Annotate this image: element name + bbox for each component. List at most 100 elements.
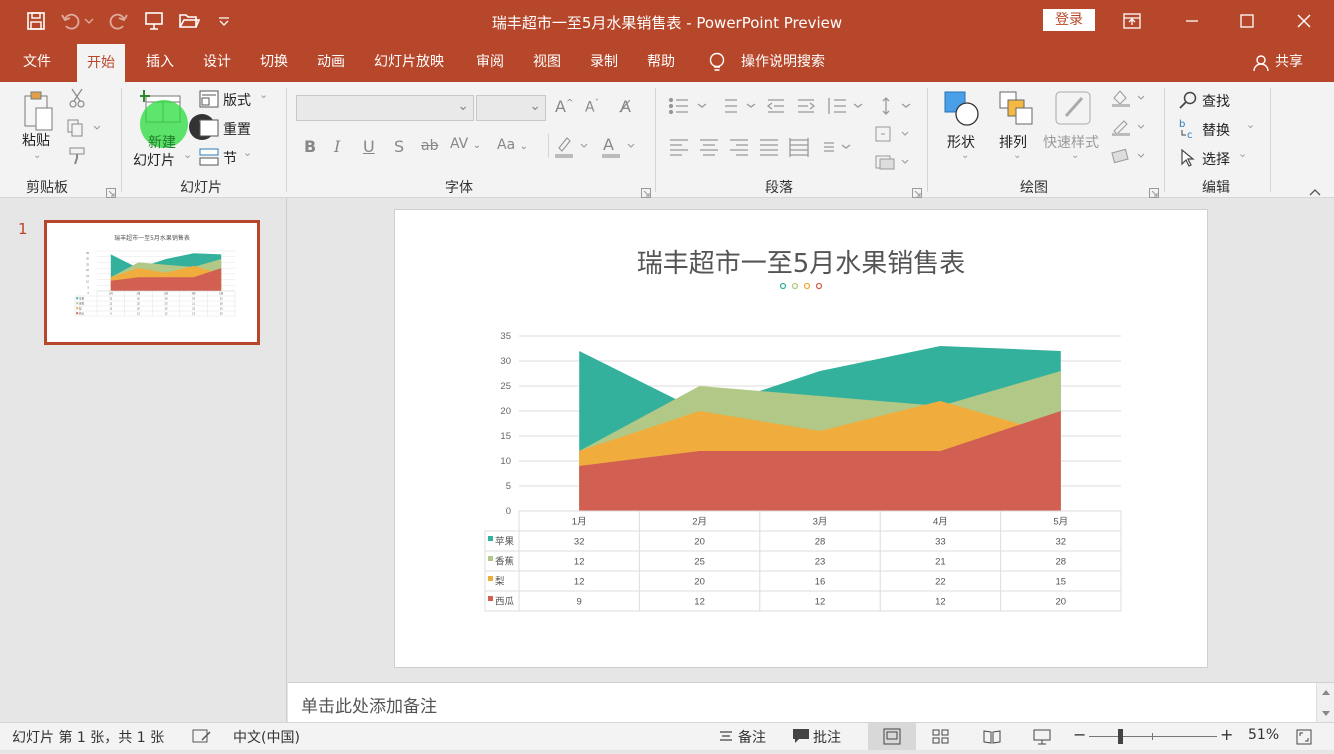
font-color-icon[interactable]: A — [600, 134, 636, 164]
replace-button[interactable]: 替换 — [1202, 120, 1230, 140]
tab-file[interactable]: 文件 — [13, 42, 61, 82]
paste-label[interactable]: 粘贴 — [22, 130, 50, 150]
slide-thumbnail[interactable]: 瑞丰超市一至5月水果销售表 0 5 10 15 20 25 30 35 1月 2月 3月 4月 5月 苹果… — [44, 220, 260, 345]
slideshow-icon[interactable] — [1033, 729, 1051, 749]
strikethrough-icon[interactable]: ab — [421, 138, 438, 154]
paragraph-launcher-icon[interactable] — [912, 183, 922, 202]
accessibility-icon[interactable] — [192, 728, 212, 748]
notes-placeholder[interactable]: 单击此处添加备注 — [301, 692, 437, 717]
shape-fill-icon[interactable] — [1110, 88, 1146, 112]
minimize-icon[interactable] — [1177, 6, 1207, 36]
shape-outline-icon[interactable] — [1110, 117, 1146, 141]
font-size-combo[interactable]: ⌄ — [476, 95, 546, 121]
quick-styles-dropdown-icon[interactable]: ⌄ — [1071, 150, 1079, 161]
maximize-icon[interactable] — [1232, 6, 1262, 36]
quick-styles-button[interactable]: 快速样式 — [1043, 132, 1099, 152]
tab-insert[interactable]: 插入 — [136, 42, 184, 82]
layout-dropdown-icon[interactable]: ⌄ — [259, 88, 268, 101]
arrange-dropdown-icon[interactable]: ⌄ — [1013, 150, 1021, 161]
select-dropdown-icon[interactable]: ⌄ — [1238, 147, 1247, 160]
normal-view-button[interactable] — [868, 723, 916, 750]
zoom-slider-thumb[interactable] — [1118, 729, 1123, 744]
shapes-icon[interactable] — [943, 90, 983, 134]
paste-dropdown-icon[interactable]: ⌄ — [33, 150, 41, 161]
shapes-button[interactable]: 形状 — [947, 132, 975, 152]
tab-help[interactable]: 帮助 — [637, 42, 685, 82]
zoom-slider-track[interactable] — [1089, 736, 1217, 737]
tab-animations[interactable]: 动画 — [307, 42, 355, 82]
login-button[interactable]: 登录 — [1043, 9, 1095, 31]
replace-dropdown-icon[interactable]: ⌄ — [1246, 118, 1255, 131]
underline-icon[interactable]: U — [363, 137, 375, 156]
data-label: 28 — [1056, 557, 1067, 568]
tab-view[interactable]: 视图 — [523, 42, 571, 82]
select-button[interactable]: 选择 — [1202, 149, 1230, 169]
shape-effects-icon[interactable] — [1110, 146, 1146, 170]
new-slide-dropdown-icon[interactable]: ⌄ — [183, 148, 192, 161]
notes-toggle-icon[interactable] — [718, 728, 734, 748]
italic-icon[interactable]: I — [334, 137, 340, 156]
arrange-button[interactable]: 排列 — [999, 132, 1027, 152]
ribbon-display-icon[interactable] — [1117, 6, 1147, 36]
fit-slide-icon[interactable] — [1296, 729, 1312, 749]
legend-key — [488, 556, 493, 561]
bold-icon[interactable]: B — [304, 137, 316, 156]
share-button[interactable]: 共享 — [1265, 42, 1313, 82]
drawing-launcher-icon[interactable] — [1149, 183, 1159, 202]
shrink-font-icon[interactable]: Aˇ — [585, 99, 599, 116]
cut-icon[interactable] — [68, 88, 86, 112]
collapse-ribbon-icon[interactable] — [1308, 182, 1322, 201]
reset-button[interactable]: 重置 — [223, 119, 251, 139]
shapes-dropdown-icon[interactable]: ⌄ — [961, 150, 969, 161]
new-slide-label[interactable]: 幻灯片 — [133, 150, 175, 170]
notes-toggle-button[interactable]: 备注 — [738, 727, 766, 747]
layout-icon[interactable] — [199, 90, 219, 112]
notes-pane[interactable]: 单击此处添加备注 — [288, 682, 1334, 723]
char-spacing-icon[interactable]: AV ⌄ — [450, 136, 481, 152]
legend-label: 西瓜 — [495, 597, 515, 608]
format-painter-icon[interactable] — [68, 146, 88, 170]
y-tick-label: 20 — [86, 268, 89, 272]
section-button[interactable]: 节 — [223, 148, 237, 168]
smartart-icon[interactable] — [874, 153, 910, 175]
shadow-icon[interactable]: S — [394, 137, 404, 156]
grow-font-icon[interactable]: A^ — [555, 97, 574, 116]
notes-scrollbar[interactable] — [1316, 683, 1334, 723]
arrange-icon[interactable] — [998, 90, 1038, 134]
tab-record[interactable]: 录制 — [580, 42, 628, 82]
change-case-icon[interactable]: Aa ⌄ — [497, 137, 528, 153]
align-text-icon[interactable] — [874, 125, 910, 147]
reset-icon[interactable] — [199, 119, 219, 141]
zoom-level[interactable]: 51% — [1248, 727, 1279, 743]
copy-icon[interactable] — [66, 118, 101, 142]
quick-styles-icon[interactable] — [1054, 90, 1094, 134]
slide-title[interactable]: 瑞丰超市一至5月水果销售表 — [395, 243, 1207, 280]
tab-transitions[interactable]: 切换 — [250, 42, 298, 82]
zoom-out-button[interactable]: − — [1073, 725, 1086, 744]
tab-review[interactable]: 审阅 — [466, 42, 514, 82]
font-family-combo[interactable]: ⌄ — [296, 95, 474, 121]
reading-view-icon[interactable] — [983, 729, 1001, 749]
tab-slideshow[interactable]: 幻灯片放映 — [364, 42, 454, 82]
font-launcher-icon[interactable] — [641, 183, 651, 202]
clear-format-icon[interactable]: A̸ — [620, 97, 631, 116]
find-button[interactable]: 查找 — [1202, 91, 1230, 111]
area-chart[interactable]: 0 5 10 15 20 25 30 35 1月 2月 3月 4月 5月苹果 32 20 28 33 32 香蕉 12… — [475, 322, 1175, 622]
section-dropdown-icon[interactable]: ⌄ — [243, 146, 252, 159]
replace-icon[interactable]: bc — [1178, 118, 1200, 144]
slide-canvas[interactable]: 瑞丰超市一至5月水果销售表 0 5 10 15 20 25 30 35 1月 2月 3月 4月 5月 苹果… — [394, 209, 1208, 668]
section-icon[interactable] — [199, 148, 219, 170]
language-indicator[interactable]: 中文(中国) — [233, 727, 300, 747]
layout-button[interactable]: 版式 — [223, 90, 251, 110]
zoom-in-button[interactable]: + — [1220, 725, 1233, 744]
select-icon[interactable] — [1180, 148, 1196, 172]
comments-icon[interactable] — [792, 728, 810, 748]
comments-button[interactable]: 批注 — [813, 727, 841, 747]
highlight-icon[interactable] — [553, 134, 589, 164]
find-icon[interactable] — [1178, 90, 1198, 114]
close-icon[interactable] — [1289, 6, 1319, 36]
tell-me-search[interactable]: 操作说明搜索 — [731, 42, 835, 82]
slide-sorter-icon[interactable] — [932, 729, 950, 749]
tab-design[interactable]: 设计 — [193, 42, 241, 82]
tab-home[interactable]: 开始 — [77, 44, 125, 82]
